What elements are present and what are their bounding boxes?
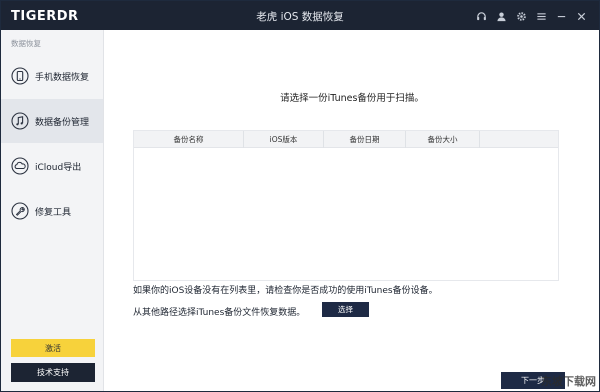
backup-table: 备份名称 iOS版本 备份日期 备份大小	[133, 130, 559, 281]
sidebar-item-label: iCloud导出	[35, 162, 82, 173]
select-button[interactable]: 选择	[322, 302, 369, 317]
title-bar: TIGERDR 老虎 iOS 数据恢复	[1, 1, 599, 30]
column-header-backup-date[interactable]: 备份日期	[324, 131, 406, 148]
sidebar-item-label: 修复工具	[35, 207, 72, 218]
music-icon	[11, 112, 29, 130]
titlebar-controls	[471, 8, 591, 24]
column-header-ios-version[interactable]: iOS版本	[244, 131, 324, 148]
column-header-spacer	[480, 131, 558, 148]
watermark: 东坡下载网	[541, 375, 596, 388]
app-window: TIGERDR 老虎 iOS 数据恢复 数据恢复 手机数据恢复 数据备份管理 i…	[0, 0, 600, 392]
sidebar-caption: 数据恢复	[11, 39, 41, 48]
sidebar-item-label: 手机数据恢复	[35, 72, 90, 83]
phone-icon	[11, 67, 29, 85]
tech-support-button[interactable]: 技术支持	[11, 363, 95, 382]
sidebar-item-repair-tools[interactable]: 修复工具	[1, 189, 103, 233]
menu-icon[interactable]	[531, 8, 551, 24]
column-header-backup-size[interactable]: 备份大小	[406, 131, 480, 148]
column-header-backup-name[interactable]: 备份名称	[134, 131, 244, 148]
sidebar-item-phone-recovery[interactable]: 手机数据恢复	[1, 54, 103, 98]
scan-prompt: 请选择一份iTunes备份用于扫描。	[280, 93, 424, 104]
cloud-icon	[11, 157, 29, 175]
device-missing-hint: 如果你的iOS设备没有在列表里，请检查你是否成功的使用iTunes备份设备。	[133, 286, 438, 296]
main-panel: 请选择一份iTunes备份用于扫描。 备份名称 iOS版本 备份日期 备份大小 …	[105, 30, 599, 391]
sidebar-item-icloud-export[interactable]: iCloud导出	[1, 144, 103, 188]
gear-icon[interactable]	[511, 8, 531, 24]
sidebar: 数据恢复 手机数据恢复 数据备份管理 iCloud导出 修复工具 激活 技术支持	[1, 30, 104, 391]
minimize-icon[interactable]	[551, 8, 571, 24]
close-icon[interactable]	[571, 8, 591, 24]
user-icon[interactable]	[491, 8, 511, 24]
table-header: 备份名称 iOS版本 备份日期 备份大小	[134, 131, 558, 148]
sidebar-item-label: 数据备份管理	[35, 117, 90, 128]
sidebar-item-backup-manager[interactable]: 数据备份管理	[1, 99, 103, 143]
wrench-icon	[11, 202, 29, 220]
headset-icon[interactable]	[471, 8, 491, 24]
activate-button[interactable]: 激活	[11, 339, 95, 357]
other-path-hint: 从其他路径选择iTunes备份文件恢复数据。	[133, 308, 306, 318]
